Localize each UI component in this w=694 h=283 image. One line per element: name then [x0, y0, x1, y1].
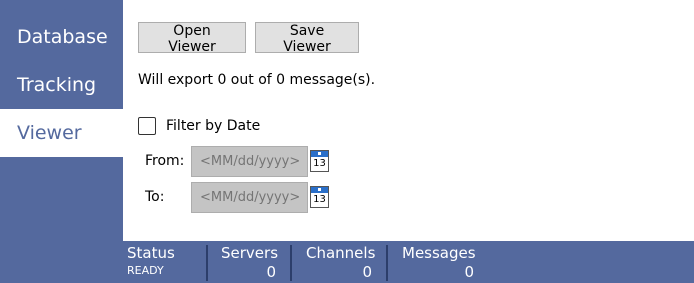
- to-date-input[interactable]: [191, 182, 308, 213]
- sidebar: Database Tracking Viewer: [0, 0, 123, 283]
- status-title: Status: [127, 244, 175, 262]
- messages-title: Messages: [402, 244, 476, 262]
- to-label: To:: [145, 189, 165, 205]
- calendar-day: 13: [313, 194, 326, 205]
- servers-value: 0: [266, 263, 276, 281]
- status-separator: [206, 245, 208, 281]
- status-value: READY: [127, 264, 164, 277]
- save-viewer-button[interactable]: Save Viewer: [255, 22, 359, 55]
- channels-value: 0: [362, 263, 372, 281]
- open-viewer-button[interactable]: Open Viewer: [138, 22, 246, 55]
- sidebar-item-database[interactable]: Database: [0, 13, 123, 61]
- status-separator: [386, 245, 388, 281]
- from-label: From:: [145, 153, 185, 169]
- status-separator: [290, 245, 292, 281]
- from-date-input[interactable]: [191, 146, 308, 177]
- filter-by-date-checkbox[interactable]: [138, 117, 156, 135]
- servers-title: Servers: [221, 244, 279, 262]
- calendar-ring: [318, 152, 321, 155]
- filter-by-date-label[interactable]: Filter by Date: [166, 118, 260, 134]
- export-status-text: Will export 0 out of 0 message(s).: [138, 72, 376, 88]
- calendar-icon[interactable]: 13: [310, 150, 329, 172]
- calendar-ring: [318, 188, 321, 191]
- channels-title: Channels: [306, 244, 376, 262]
- sidebar-item-viewer[interactable]: Viewer: [0, 109, 123, 157]
- calendar-day: 13: [313, 158, 326, 169]
- status-bar: Status READY Servers 0 Channels 0 Messag…: [123, 241, 694, 283]
- messages-value: 0: [464, 263, 474, 281]
- sidebar-item-tracking[interactable]: Tracking: [0, 61, 123, 109]
- calendar-icon[interactable]: 13: [310, 186, 329, 208]
